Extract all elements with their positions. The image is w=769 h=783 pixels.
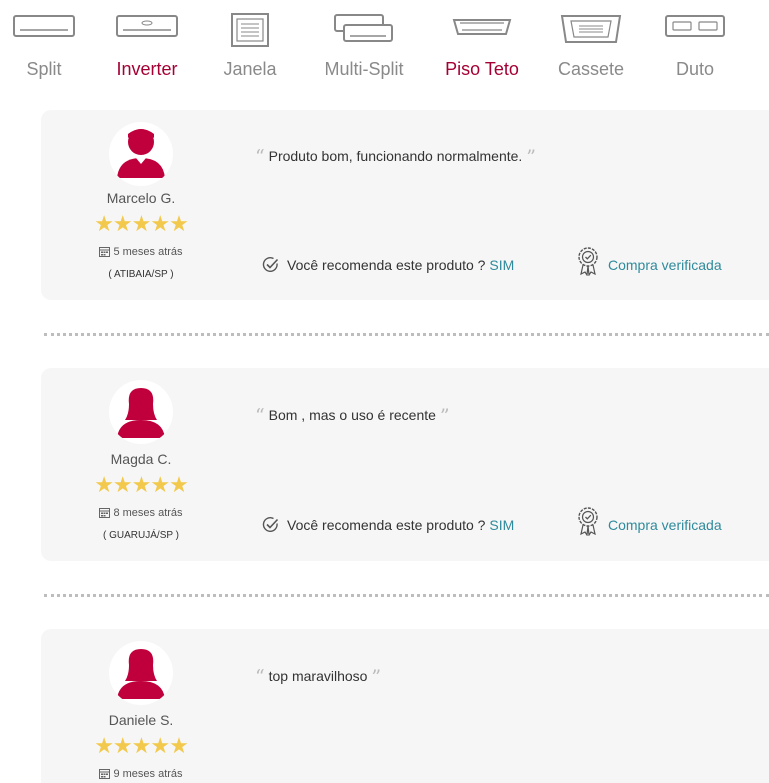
close-quote-icon: ”	[371, 666, 382, 688]
female-avatar-icon	[109, 641, 173, 705]
open-quote-icon: “	[255, 666, 265, 688]
inverter-ac-icon	[115, 12, 179, 45]
review-card: Marcelo G. ★★★★★ 5 meses atrás ( ATIBAIA…	[41, 110, 769, 300]
verified-badge-icon	[576, 246, 600, 279]
star-rating: ★★★★★	[94, 733, 189, 758]
male-avatar-icon	[109, 122, 173, 186]
category-duto[interactable]: Duto	[645, 0, 745, 96]
star-rating: ★★★★★	[94, 211, 189, 236]
verified-purchase: Compra verificada	[576, 506, 722, 539]
open-quote-icon: “	[255, 146, 265, 168]
ac-category-nav: Split Inverter Janela Multi-Split Piso T…	[0, 0, 769, 96]
recommend-question: Você recomenda este produto ?	[287, 517, 486, 533]
recommend-row: Você recomenda este produto ? SIM	[262, 516, 514, 536]
review-separator	[44, 333, 769, 336]
verified-label: Compra verificada	[608, 517, 722, 533]
close-quote-icon: ”	[526, 146, 536, 168]
reviewer-location: ( ATIBAIA/SP )	[108, 269, 174, 280]
split-ac-icon	[12, 12, 76, 45]
window-ac-icon	[228, 12, 272, 53]
category-piso-teto[interactable]: Piso Teto	[432, 0, 532, 96]
review-text-content: Bom , mas o uso é recente	[268, 407, 436, 423]
category-inverter[interactable]: Inverter	[97, 0, 197, 96]
category-label: Duto	[675, 59, 715, 79]
review-date: 9 meses atrás	[41, 768, 241, 782]
reviewer-name: Marcelo G.	[106, 190, 176, 206]
recommend-answer[interactable]: SIM	[489, 257, 514, 273]
review-text-content: top maravilhoso	[268, 668, 368, 684]
category-cassete[interactable]: Cassete	[541, 0, 641, 96]
category-janela[interactable]: Janela	[200, 0, 300, 96]
review-date-text: 5 meses atrás	[113, 246, 183, 258]
calendar-icon	[99, 768, 111, 782]
review-card: Magda C. ★★★★★ 8 meses atrás ( GUARUJÁ/S…	[41, 368, 769, 561]
review-text: “ Bom , mas o uso é recente ”	[255, 403, 450, 427]
review-card: Daniele S. ★★★★★ 9 meses atrás “ top mar…	[41, 629, 769, 783]
category-label: Multi-Split	[324, 59, 404, 79]
recommend-question: Você recomenda este produto ?	[287, 257, 486, 273]
duct-ac-icon	[663, 12, 727, 45]
check-circle-icon	[262, 256, 279, 276]
star-rating: ★★★★★	[94, 472, 189, 497]
multi-split-ac-icon	[332, 12, 396, 49]
reviewer-name: Daniele S.	[108, 712, 174, 728]
category-multi-split[interactable]: Multi-Split	[314, 0, 414, 96]
calendar-icon	[99, 246, 111, 260]
review-text: “ Produto bom, funcionando normalmente. …	[255, 144, 536, 168]
review-date: 5 meses atrás	[41, 246, 241, 260]
verified-badge-icon	[576, 506, 600, 539]
reviewer-name: Magda C.	[110, 451, 172, 467]
recommend-answer[interactable]: SIM	[489, 517, 514, 533]
category-label: Inverter	[116, 59, 178, 79]
category-label: Janela	[223, 59, 277, 79]
open-quote-icon: “	[255, 405, 265, 427]
category-label: Cassete	[557, 59, 625, 79]
recommend-row: Você recomenda este produto ? SIM	[262, 256, 514, 276]
review-date-text: 8 meses atrás	[113, 507, 183, 519]
category-split[interactable]: Split	[0, 0, 94, 96]
female-avatar-icon	[109, 380, 173, 444]
review-text-content: Produto bom, funcionando normalmente.	[268, 148, 523, 164]
review-separator	[44, 594, 769, 597]
review-text: “ top maravilhoso ”	[255, 664, 382, 688]
cassette-ac-icon	[559, 12, 623, 51]
review-date: 8 meses atrás	[41, 507, 241, 521]
floor-ceiling-ac-icon	[450, 12, 514, 45]
review-date-text: 9 meses atrás	[113, 768, 183, 780]
reviewer-location: ( GUARUJÁ/SP )	[103, 530, 179, 541]
close-quote-icon: ”	[439, 405, 450, 427]
calendar-icon	[99, 507, 111, 521]
category-label: Piso Teto	[445, 59, 519, 79]
verified-label: Compra verificada	[608, 257, 722, 273]
verified-purchase: Compra verificada	[576, 246, 722, 279]
category-label: Split	[26, 59, 62, 79]
check-circle-icon	[262, 516, 279, 536]
